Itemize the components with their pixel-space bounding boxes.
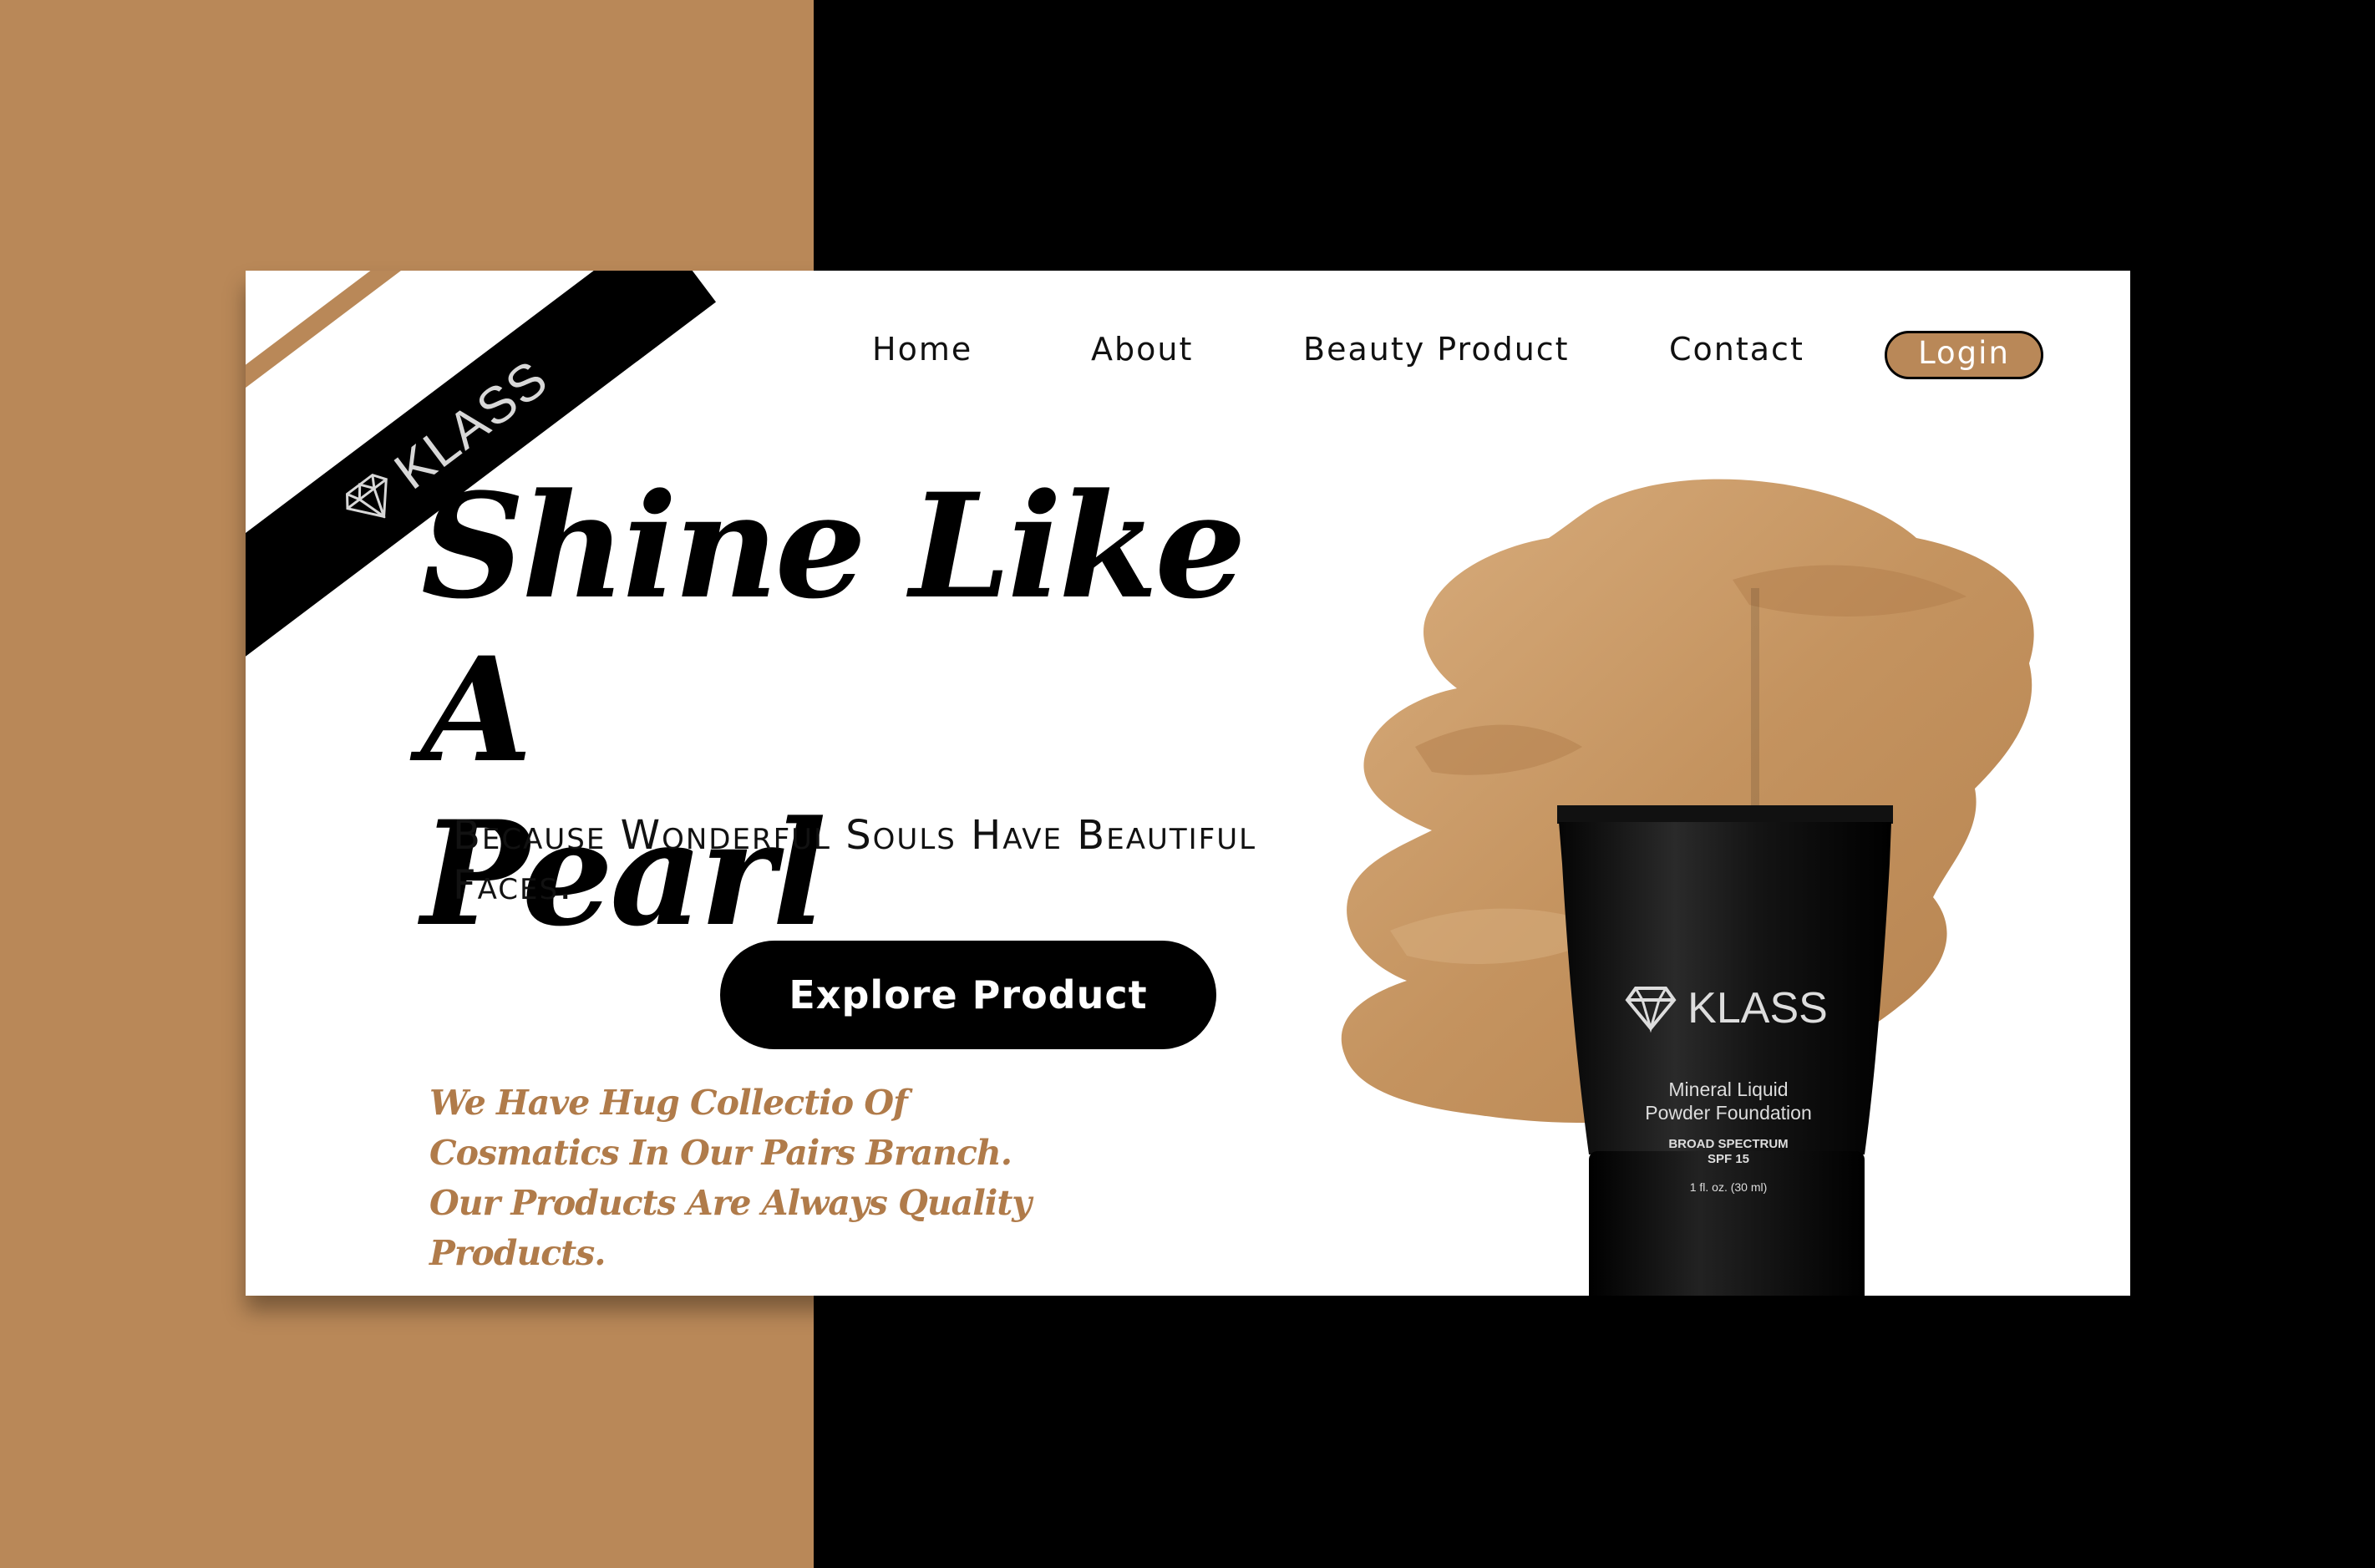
nav-about[interactable]: About	[1091, 331, 1193, 368]
tube-line-3: BROAD SPECTRUM	[1668, 1137, 1788, 1151]
nav-home[interactable]: Home	[872, 331, 972, 368]
tube-line-2: Powder Foundation	[1645, 1102, 1811, 1124]
foundation-tube	[1557, 805, 1893, 1296]
headline-line-1: Shine Like A	[421, 461, 1246, 794]
login-button[interactable]: Login	[1885, 331, 2043, 379]
nav-beauty-product[interactable]: Beauty Product	[1303, 331, 1570, 368]
nav-contact[interactable]: Contact	[1669, 331, 1804, 368]
tube-brand: KLASS	[1687, 984, 1828, 1033]
tube-line-4: SPF 15	[1708, 1152, 1749, 1166]
hero-description: We Have Hug Collectio Of Cosmatics In Ou…	[429, 1083, 1032, 1273]
diamond-icon	[346, 473, 388, 520]
landing-card: KLASS Home About Beauty Product Contact …	[246, 271, 2130, 1296]
explore-product-button[interactable]: Explore Product	[720, 941, 1216, 1049]
product-image: KLASS Mineral Liquid Powder Foundation B…	[1341, 479, 2034, 1296]
hero-tagline: Because Wonderful Souls Have Beautiful F…	[453, 812, 1257, 909]
tube-line-1: Mineral Liquid	[1668, 1078, 1788, 1100]
tube-crimp	[1557, 805, 1893, 824]
tube-size: 1 fl. oz. (30 ml)	[1690, 1180, 1768, 1194]
tube-cap	[1589, 1151, 1865, 1296]
